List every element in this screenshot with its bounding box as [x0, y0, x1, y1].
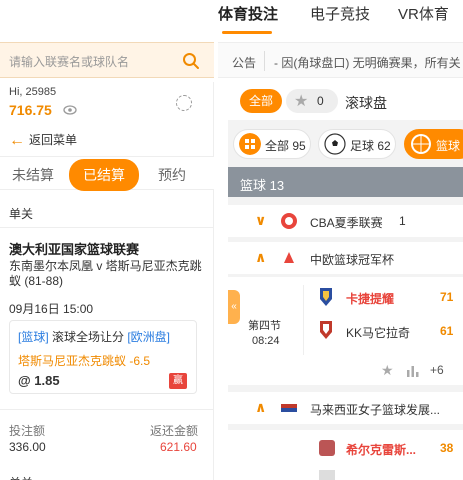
- bet-history-panel: Hi, 25985 716.75 ← 返回菜单 未结算 已结算 预约 单关 澳大利…: [0, 82, 214, 480]
- league-row[interactable]: ∧ 中欧篮球冠军杯: [228, 242, 463, 274]
- league-name: 马来西亚女子篮球发展...: [310, 403, 441, 417]
- segment-unsettled[interactable]: 未结算: [12, 165, 54, 185]
- favorite-star-icon[interactable]: ★: [381, 362, 394, 379]
- home-team-score: 38: [440, 441, 454, 455]
- favorites-button[interactable]: ★ 0: [286, 89, 338, 113]
- bet-league-name: 澳大利亚国家篮球联赛: [9, 242, 140, 257]
- league-logo-icon: [284, 252, 294, 263]
- market-odds-type: [欧洲盘]: [127, 330, 171, 344]
- market-name: 滚球全场让分: [48, 330, 128, 344]
- divider: [264, 51, 265, 71]
- away-team-name: KK马它拉奇: [346, 326, 411, 340]
- sport-filter-label: 足球 62: [350, 139, 391, 153]
- sport-section-title: 篮球 13: [240, 178, 285, 193]
- favorites-count: 0: [317, 94, 324, 108]
- announcement-text: - 因(角球盘口) 无明确赛果，所有关: [274, 56, 461, 70]
- tab-vr-sports[interactable]: VR体育: [398, 3, 449, 24]
- more-markets-button[interactable]: +6: [430, 363, 444, 377]
- stake-label: 投注额: [9, 424, 46, 438]
- sport-section-header[interactable]: 篮球 13: [228, 167, 463, 197]
- team-logo-icon: [319, 440, 335, 456]
- bet-teams: 东南墨尔本凤凰 v 塔斯马尼亚杰克跳蚁 (81-88): [9, 259, 202, 288]
- team-logo-icon: [319, 470, 335, 480]
- bet-selection: 塔斯马尼亚杰克跳蚁 -6.5: [18, 354, 151, 368]
- live-betting-label[interactable]: 滚球盘: [345, 93, 387, 113]
- segment-settled[interactable]: 已结算: [69, 159, 139, 191]
- team-logo-icon: [320, 288, 332, 306]
- chevron-up-icon: ∧: [255, 249, 267, 265]
- chevron-down-icon: ∨: [255, 212, 267, 228]
- home-team-name: 希尔克雷斯...: [346, 443, 417, 457]
- sport-filter-basketball[interactable]: 篮球: [404, 129, 463, 159]
- bet-type-label: 单关: [9, 207, 34, 221]
- bet-status-segments: 未结算 已结算 预约: [0, 156, 214, 191]
- match-card[interactable]: 第四节 08:24 卡捷提耀 KK马它拉奇 71 61 ★ +6: [228, 277, 463, 385]
- search-icon[interactable]: [182, 52, 200, 70]
- back-label: 返回菜单: [29, 133, 78, 147]
- sport-filter-label: 篮球: [436, 139, 461, 153]
- league-row[interactable]: ∨ CBA夏季联赛 1: [228, 205, 463, 237]
- search-input[interactable]: 请输入联赛名或球队名: [9, 53, 129, 70]
- app-root: 体育投注 电子竞技 VR体育 请输入联赛名或球队名 公告 - 因(角球盘口) 无…: [0, 0, 463, 480]
- return-value: 621.60: [160, 440, 197, 454]
- top-nav: 体育投注 电子竞技 VR体育: [0, 0, 463, 42]
- market-sport-tag: [篮球]: [18, 330, 49, 344]
- announcement-bar[interactable]: 公告 - 因(角球盘口) 无明确赛果，所有关: [218, 42, 463, 78]
- eye-icon[interactable]: [63, 104, 77, 116]
- sport-filter-all[interactable]: 全部 95: [233, 129, 311, 159]
- league-name: 中欧篮球冠军杯: [310, 253, 395, 267]
- sports-filter-row: 全部 95 足球 62 篮球: [228, 126, 463, 162]
- grid-icon: [239, 133, 261, 155]
- league-match-count: 1: [399, 214, 406, 228]
- segment-reserved[interactable]: 预约: [158, 165, 186, 185]
- account-balance: 716.75: [9, 102, 52, 118]
- back-arrow-icon: ←: [9, 132, 25, 149]
- account-name: Hi, 25985: [9, 86, 57, 98]
- return-label: 返还金额: [150, 424, 199, 438]
- bet-market: [篮球] 滚球全场让分 [欧洲盘]: [18, 328, 170, 345]
- events-filter-bar: 全部 ★ 0 滚球盘: [228, 82, 463, 120]
- refresh-icon[interactable]: [176, 95, 192, 111]
- sport-filter-label: 全部 95: [265, 139, 306, 153]
- divider: [0, 409, 214, 410]
- away-team-score: 61: [440, 324, 454, 338]
- league-logo-icon: [281, 213, 297, 229]
- match-period: 第四节: [248, 320, 281, 332]
- star-icon: ★: [294, 93, 309, 110]
- events-panel: 全部 ★ 0 滚球盘 全部 95 足球 62 篮球 篮球 13 ∨ CBA夏季联…: [228, 82, 463, 480]
- sport-filter-soccer[interactable]: 足球 62: [318, 129, 396, 159]
- tab-esports[interactable]: 电子竞技: [310, 3, 370, 24]
- match-card[interactable]: 希尔克雷斯... 38: [228, 430, 463, 480]
- league-row[interactable]: ∧ 马来西亚女子篮球发展...: [228, 392, 463, 424]
- divider: [303, 285, 304, 355]
- chevron-up-icon: ∧: [255, 399, 267, 415]
- stats-icon[interactable]: [406, 365, 420, 377]
- filter-all-button[interactable]: 全部: [240, 89, 282, 113]
- soccer-ball-icon: [324, 133, 346, 155]
- active-tab-underline: [222, 31, 272, 34]
- stake-value: 336.00: [9, 440, 46, 454]
- announcement-label: 公告: [232, 56, 257, 70]
- basketball-icon: [411, 134, 431, 154]
- home-team-name: 卡捷提耀: [346, 292, 395, 306]
- search-bar[interactable]: 请输入联赛名或球队名: [0, 42, 214, 78]
- match-clock: 08:24: [252, 335, 280, 347]
- bet-type-label: 单关: [9, 474, 33, 480]
- league-logo-icon: [281, 404, 297, 412]
- tab-sports-betting[interactable]: 体育投注: [218, 3, 278, 24]
- divider: [0, 227, 214, 228]
- collapse-panel-button[interactable]: «: [228, 290, 240, 324]
- team-logo-icon: [320, 321, 332, 339]
- bet-detail-card: [篮球] 滚球全场让分 [欧洲盘] 塔斯马尼亚杰克跳蚁 -6.5 @ 1.85 …: [9, 320, 197, 394]
- bet-datetime: 09月16日 15:00: [9, 302, 94, 316]
- back-to-menu-button[interactable]: ← 返回菜单: [9, 131, 77, 149]
- result-badge: 赢: [169, 373, 187, 389]
- bet-odds: @ 1.85: [18, 373, 60, 388]
- home-team-score: 71: [440, 290, 454, 304]
- league-name: CBA夏季联赛: [310, 216, 383, 230]
